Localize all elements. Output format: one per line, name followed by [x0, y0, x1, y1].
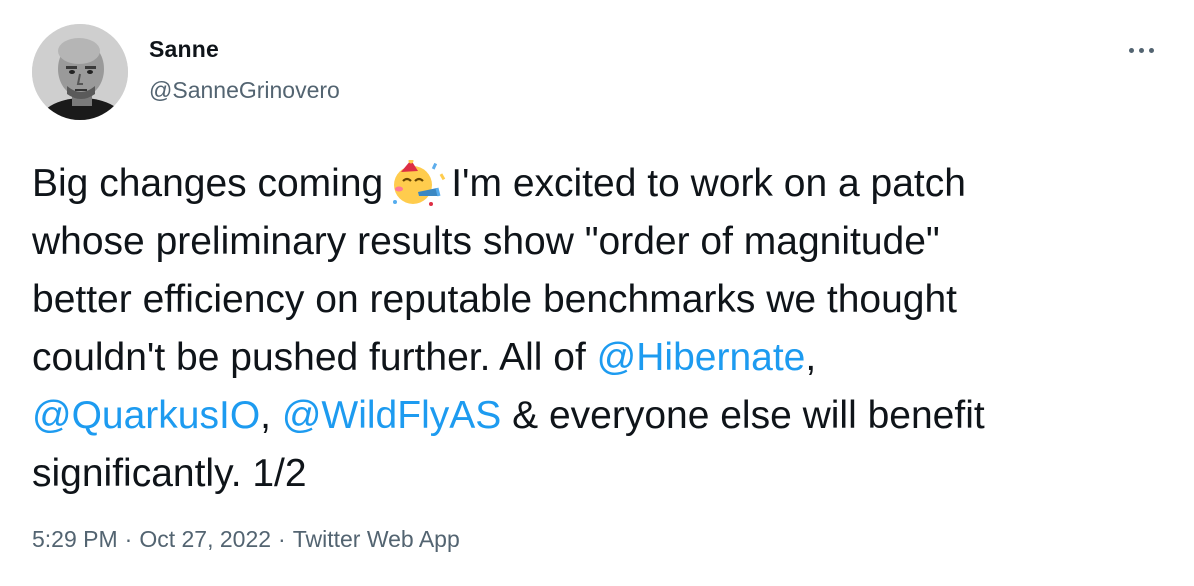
tweet-text-segment: I'm excited to work on a patch	[451, 162, 966, 205]
tweet-text-segment: ,	[260, 394, 282, 437]
party-face-icon	[389, 158, 447, 206]
mention-link-hibernate[interactable]: @Hibernate	[597, 336, 806, 379]
tweet-source-link[interactable]: Twitter Web App	[293, 526, 460, 552]
tweet-line: whose preliminary results show "order of…	[32, 220, 940, 263]
tweet-card: Sanne @SanneGrinovero Big changes coming…	[0, 0, 1194, 586]
mention-link-wildflyas[interactable]: @WildFlyAS	[282, 394, 501, 437]
tweet-text-segment: & everyone else will benefit	[501, 394, 985, 437]
more-options-icon[interactable]	[1122, 38, 1162, 62]
tweet-metadata: 5:29 PM · Oct 27, 2022 · Twitter Web App	[32, 526, 460, 553]
avatar-photo	[32, 24, 128, 120]
meta-separator: ·	[278, 526, 286, 552]
tweet-line: @QuarkusIO, @WildFlyAS & everyone else w…	[32, 387, 1162, 445]
mention-link-quarkusio[interactable]: @QuarkusIO	[32, 394, 260, 437]
tweet-line: couldn't be pushed further. All of @Hibe…	[32, 329, 1162, 387]
tweet-line: Big changes coming I'm excited to work o…	[32, 155, 1162, 213]
tweet-line: significantly. 1/2	[32, 452, 307, 495]
meta-separator: ·	[124, 526, 133, 552]
tweet-line: better efficiency on reputable benchmark…	[32, 278, 958, 321]
tweet-text-segment: ,	[805, 336, 817, 379]
tweet-text: Big changes coming I'm excited to work o…	[32, 155, 1162, 503]
tweet-text-segment: Big changes coming	[32, 162, 384, 205]
avatar[interactable]	[32, 24, 128, 120]
author-name[interactable]: Sanne	[149, 36, 219, 63]
tweet-time[interactable]: 5:29 PM	[32, 526, 118, 552]
author-handle[interactable]: @SanneGrinovero	[149, 77, 340, 104]
tweet-text-segment: couldn't be pushed further. All of	[32, 336, 597, 379]
tweet-date[interactable]: Oct 27, 2022	[139, 526, 271, 552]
